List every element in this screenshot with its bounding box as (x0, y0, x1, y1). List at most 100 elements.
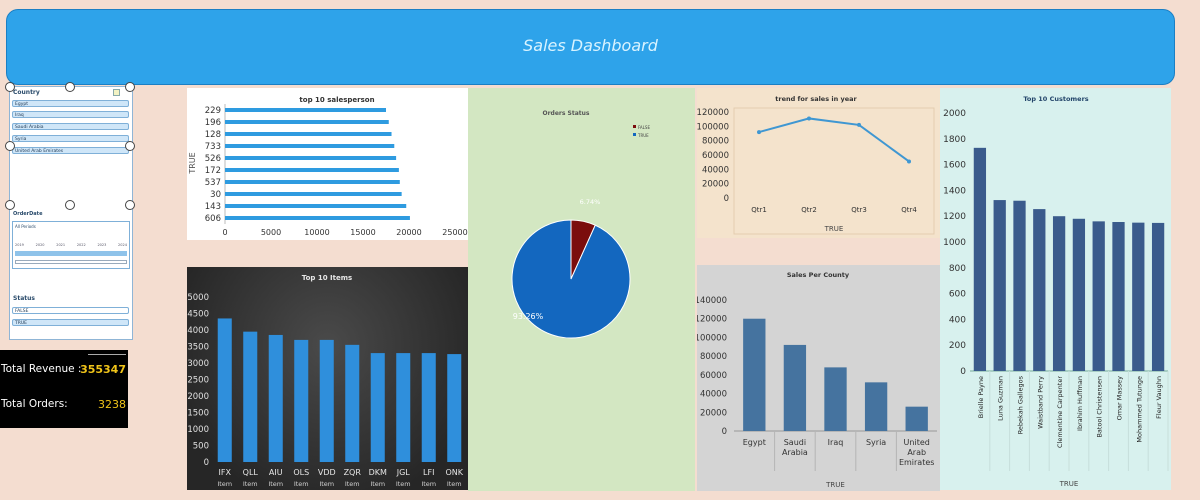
items-y-tick: 0 (204, 458, 209, 468)
salesperson-x-tick: 5000 (261, 228, 281, 237)
slicer-item-true[interactable]: TRUE (12, 319, 129, 326)
customers-category-label: Mohammed Tutunge (1135, 376, 1143, 443)
salesperson-category-label: 143 (205, 202, 221, 212)
timeline-year: 2022 (76, 243, 86, 247)
salesperson-category-label: 30 (210, 190, 221, 200)
items-plot: 0 500 1000 1500 2000 2500 3000 3500 4000 4500 5000… (187, 293, 463, 488)
customers-bar (1092, 221, 1105, 371)
country-bar (864, 382, 888, 431)
slicer-item-syria[interactable]: Syria (12, 135, 129, 142)
items-category-label: ONK (445, 468, 463, 477)
salesperson-category-label: 128 (205, 130, 221, 140)
items-y-tick: 1000 (187, 425, 209, 435)
slicer-item-uae[interactable]: United Arab Emirates (12, 147, 129, 154)
pie-legend-swatch (633, 125, 636, 128)
timeline-period: All Periods (15, 224, 36, 229)
timeline-year: 2021 (56, 243, 66, 247)
selection-handle[interactable] (125, 141, 135, 151)
country-x-label: TRUE (825, 481, 845, 489)
salesperson-bar (225, 120, 389, 124)
trend-chart: trend for sales in year 0 20000 40000 60000… (697, 95, 935, 235)
selection-handle[interactable] (5, 82, 15, 92)
slicer-item-egypt[interactable]: Egypt (12, 100, 129, 107)
country-sales-panel: Sales Per County 0 20000 40000 60000 80000 10… (697, 265, 940, 491)
customers-y-tick: 200 (949, 341, 966, 351)
trend-plot: 0 20000 40000 60000 80000 100000 120000 Qtr1 Qtr… (697, 107, 935, 235)
items-category-sublabel: Item (370, 480, 385, 488)
country-category-label-line: Arabia (782, 448, 808, 457)
timeline-box[interactable]: All Periods 2019 2020 2021 2022 2023 202… (12, 221, 130, 269)
trend-y-tick: 20000 (702, 180, 729, 190)
timeline-year: 2023 (97, 243, 107, 247)
country-slicer-clear-icon[interactable] (113, 89, 120, 96)
trend-chart-title: trend for sales in year (775, 95, 857, 103)
items-y-tick: 4500 (187, 310, 209, 320)
items-bar (243, 331, 258, 462)
customers-y-tick: 1000 (943, 238, 966, 248)
trend-y-tick: 40000 (702, 165, 729, 175)
country-category-label: United Arab Emirates (899, 438, 935, 467)
salesperson-category-label: 172 (205, 166, 221, 176)
pie-slice-label: 6.74% (580, 198, 601, 206)
items-bar (370, 353, 385, 462)
items-y-tick: 2000 (187, 392, 209, 402)
items-category-label: JGL (396, 468, 411, 477)
salesperson-category-label: 606 (205, 214, 221, 224)
trend-point (857, 122, 861, 127)
timeline-bar[interactable] (15, 251, 127, 256)
items-y-tick: 3000 (187, 359, 209, 369)
customers-bar (1033, 209, 1046, 371)
trend-y-tick: 0 (724, 194, 729, 204)
country-sales-title: Sales Per County (787, 271, 850, 279)
salesperson-category-label: 196 (205, 118, 221, 128)
salesperson-category-label: 733 (205, 142, 221, 152)
country-slicer-title: Country (13, 89, 40, 96)
salesperson-category-label: 229 (205, 106, 221, 116)
salesperson-bar (225, 144, 395, 148)
items-category-label: ZQR (344, 468, 362, 477)
customers-y-tick: 1400 (943, 186, 966, 196)
selection-handle[interactable] (5, 200, 15, 210)
slicer-item-saudi-arabia[interactable]: Saudi Arabia (12, 123, 129, 130)
salesperson-bar (225, 132, 392, 136)
customers-category-label: Ibrahim Huffman (1076, 376, 1084, 431)
trend-x-label: TRUE (824, 225, 844, 233)
salesperson-chart: top 10 salesperson TRUE 229 196 128 733 526 1… (188, 96, 468, 237)
timeline-year: 2020 (35, 243, 45, 247)
customers-chart: Top 10 Customers 0 200 400 600 800 1000 1200 14… (943, 95, 1169, 488)
slicer-item-false[interactable]: FALSE (12, 307, 129, 314)
customers-chart-panel: Top 10 Customers 0 200 400 600 800 1000 1200 14… (940, 88, 1171, 490)
customers-category-label: Brielle Payne (977, 376, 985, 418)
slicer-item-iraq[interactable]: Iraq (12, 111, 129, 118)
timeline-scrollbar[interactable] (15, 260, 127, 264)
salesperson-bar (225, 180, 400, 184)
selection-handle[interactable] (65, 200, 75, 210)
customers-y-tick: 800 (949, 264, 966, 274)
trend-line (758, 117, 910, 163)
selection-handle[interactable] (125, 82, 135, 92)
timeline-title: OrderDate (13, 211, 43, 217)
salesperson-x-tick: 20000 (396, 228, 421, 237)
items-category-label: OLS (293, 468, 309, 477)
trend-plot-frame (733, 107, 935, 235)
kpi-divider (88, 354, 126, 355)
country-y-tick: 0 (722, 427, 727, 437)
selection-handle[interactable] (5, 141, 15, 151)
items-category-sublabel: Item (243, 480, 258, 488)
country-sales-chart: Sales Per County 0 20000 40000 60000 80000 10… (697, 271, 937, 489)
country-y-tick: 60000 (700, 371, 727, 381)
country-y-tick: 140000 (697, 296, 727, 306)
customers-bar (973, 147, 987, 371)
trend-y-tick: 120000 (697, 108, 729, 118)
items-chart-title: Top 10 Items (302, 274, 352, 282)
country-category-label-line: Egypt (743, 438, 766, 447)
total-orders-label: Total Orders: (1, 398, 68, 410)
pie-legend-swatch (633, 133, 636, 136)
selection-handle[interactable] (125, 200, 135, 210)
salesperson-bar (225, 216, 410, 220)
selection-handle[interactable] (65, 82, 75, 92)
salesperson-category-label: 537 (205, 178, 221, 188)
country-y-tick: 120000 (697, 315, 727, 325)
items-bar (294, 339, 309, 462)
items-chart: Top 10 Items 0 500 1000 1500 2000 2500 3000 350… (187, 274, 463, 488)
